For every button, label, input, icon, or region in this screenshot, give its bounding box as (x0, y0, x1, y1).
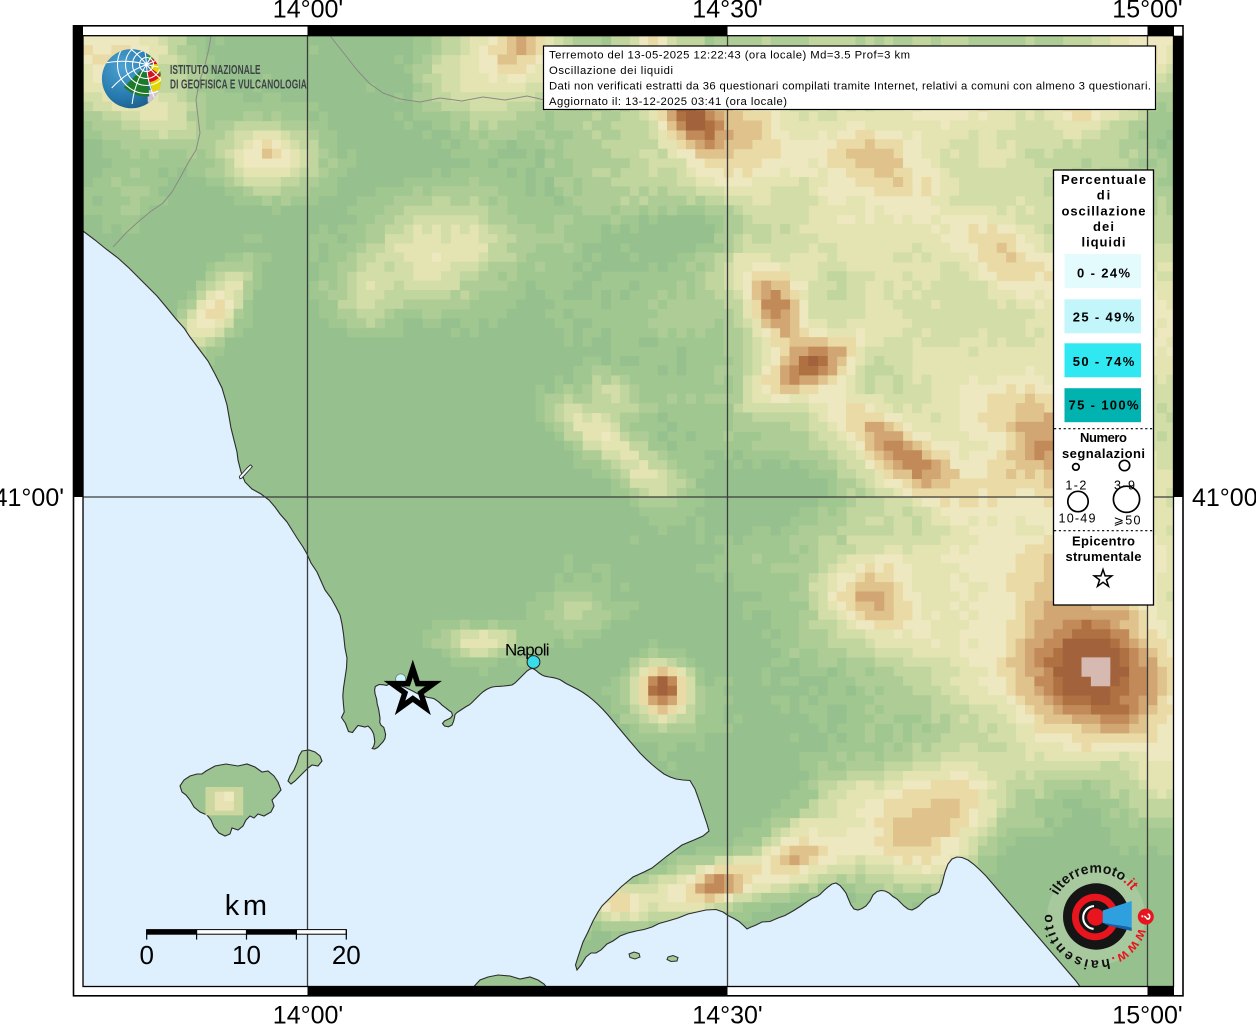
svg-text:14°00': 14°00' (273, 0, 343, 24)
svg-text:Aggiornato il: 13-12-2025 03:4: Aggiornato il: 13-12-2025 03:41 (ora loc… (549, 96, 787, 108)
svg-text:di: di (1097, 188, 1111, 203)
svg-text:0 - 24%: 0 - 24% (1077, 266, 1130, 281)
svg-text:14°00': 14°00' (273, 1002, 343, 1024)
svg-text:Terremoto del 13-05-2025 12:22: Terremoto del 13-05-2025 12:22:43 (ora l… (549, 49, 910, 61)
svg-text:Napoli: Napoli (505, 641, 550, 660)
svg-text:10: 10 (232, 940, 261, 970)
svg-text:14°30': 14°30' (692, 0, 762, 24)
svg-text:ISTITUTO NAZIONALE: ISTITUTO NAZIONALE (170, 63, 261, 77)
svg-text:25 - 49%: 25 - 49% (1073, 310, 1135, 325)
svg-text:75 - 100%: 75 - 100% (1069, 397, 1139, 412)
svg-text:Dati non verificati estratti d: Dati non verificati estratti da 36 quest… (549, 81, 1151, 93)
svg-text:15°00': 15°00' (1112, 1002, 1182, 1024)
svg-text:20: 20 (332, 940, 361, 970)
svg-text:dei: dei (1093, 219, 1114, 234)
svg-text:10-49: 10-49 (1059, 512, 1096, 526)
svg-text:Percentuale: Percentuale (1061, 172, 1146, 187)
svg-text:km: km (225, 890, 267, 922)
svg-text:41°00': 41°00' (0, 484, 64, 512)
svg-text:15°00': 15°00' (1112, 0, 1182, 24)
svg-text:1-2: 1-2 (1065, 479, 1086, 493)
svg-text:Numero: Numero (1080, 430, 1127, 445)
svg-text:segnalazioni: segnalazioni (1062, 446, 1145, 461)
svg-text:?: ? (1138, 913, 1153, 921)
svg-text:oscillazione: oscillazione (1062, 203, 1146, 218)
svg-text:14°30': 14°30' (692, 1002, 762, 1024)
svg-text:41°00': 41°00' (1192, 484, 1256, 512)
svg-text:⩾50: ⩾50 (1114, 514, 1141, 528)
svg-text:DI GEOFISICA E VULCANOLOGIA: DI GEOFISICA E VULCANOLOGIA (170, 78, 307, 92)
svg-text:Oscillazione dei liquidi: Oscillazione dei liquidi (549, 65, 673, 77)
svg-text:strumentale: strumentale (1066, 549, 1142, 564)
svg-text:50 - 74%: 50 - 74% (1073, 354, 1135, 369)
svg-text:liquidi: liquidi (1082, 235, 1126, 250)
svg-text:Epicentro: Epicentro (1072, 533, 1135, 548)
svg-text:0: 0 (139, 940, 153, 970)
